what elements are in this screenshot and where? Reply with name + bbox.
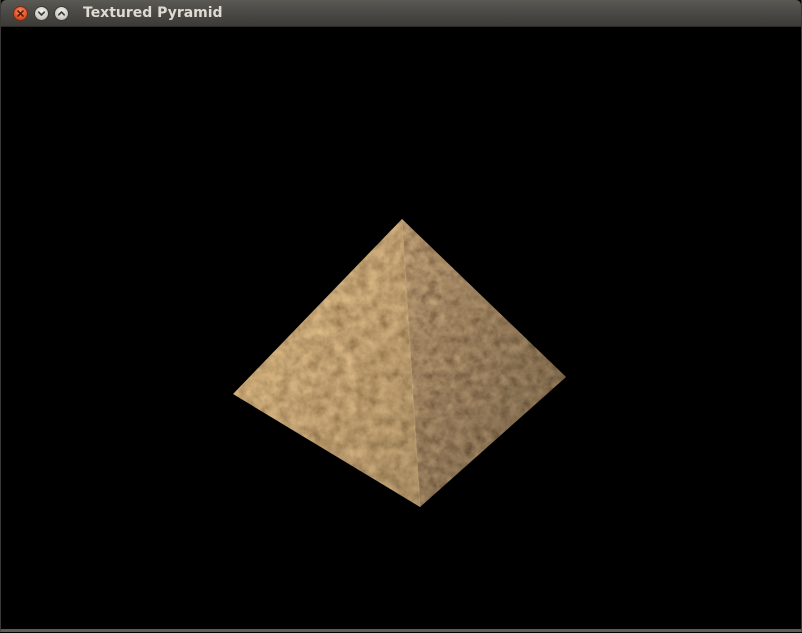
close-button[interactable]: [13, 6, 28, 21]
app-window: Textured Pyramid: [0, 0, 802, 632]
pyramid-left-face: [233, 219, 420, 507]
render-canvas[interactable]: [1, 27, 801, 629]
maximize-button[interactable]: [54, 6, 69, 21]
minimize-button[interactable]: [34, 6, 49, 21]
close-icon: [17, 10, 24, 17]
pyramid-right-face: [402, 219, 566, 507]
pyramid-render: [233, 218, 566, 508]
window-title: Textured Pyramid: [83, 5, 223, 21]
maximize-icon: [57, 11, 66, 16]
title-bar[interactable]: Textured Pyramid: [1, 0, 801, 27]
minimize-icon: [37, 11, 46, 16]
